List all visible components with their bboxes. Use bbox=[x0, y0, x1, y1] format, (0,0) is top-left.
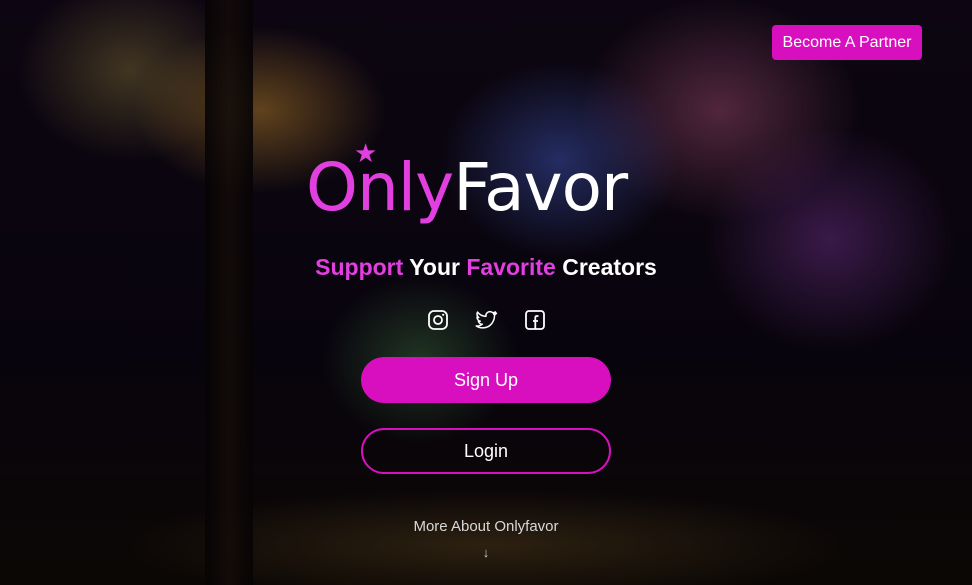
arrow-down-icon[interactable]: ↓ bbox=[0, 545, 972, 560]
become-partner-button[interactable]: Become A Partner bbox=[772, 25, 922, 60]
login-button[interactable]: Login bbox=[361, 428, 611, 474]
logo-wordmark: OnlyFavor bbox=[306, 148, 628, 228]
twitter-icon[interactable] bbox=[474, 308, 498, 332]
logo-only-text: Only bbox=[306, 149, 454, 226]
background-overlay bbox=[0, 0, 972, 585]
instagram-icon[interactable] bbox=[426, 308, 450, 332]
tagline: Support Your Favorite Creators bbox=[0, 254, 972, 281]
facebook-icon[interactable] bbox=[523, 308, 547, 332]
logo-favor-text: Favor bbox=[453, 149, 628, 226]
tagline-your: Your bbox=[409, 254, 460, 280]
social-links bbox=[426, 308, 546, 334]
tagline-creators: Creators bbox=[562, 254, 657, 280]
tagline-favorite: Favorite bbox=[466, 254, 556, 280]
sign-up-button[interactable]: Sign Up bbox=[361, 357, 611, 403]
more-about-link[interactable]: More About Onlyfavor bbox=[0, 518, 972, 535]
tagline-support: Support bbox=[315, 254, 404, 280]
onlyfavor-logo: ★ OnlyFavor bbox=[306, 140, 666, 240]
